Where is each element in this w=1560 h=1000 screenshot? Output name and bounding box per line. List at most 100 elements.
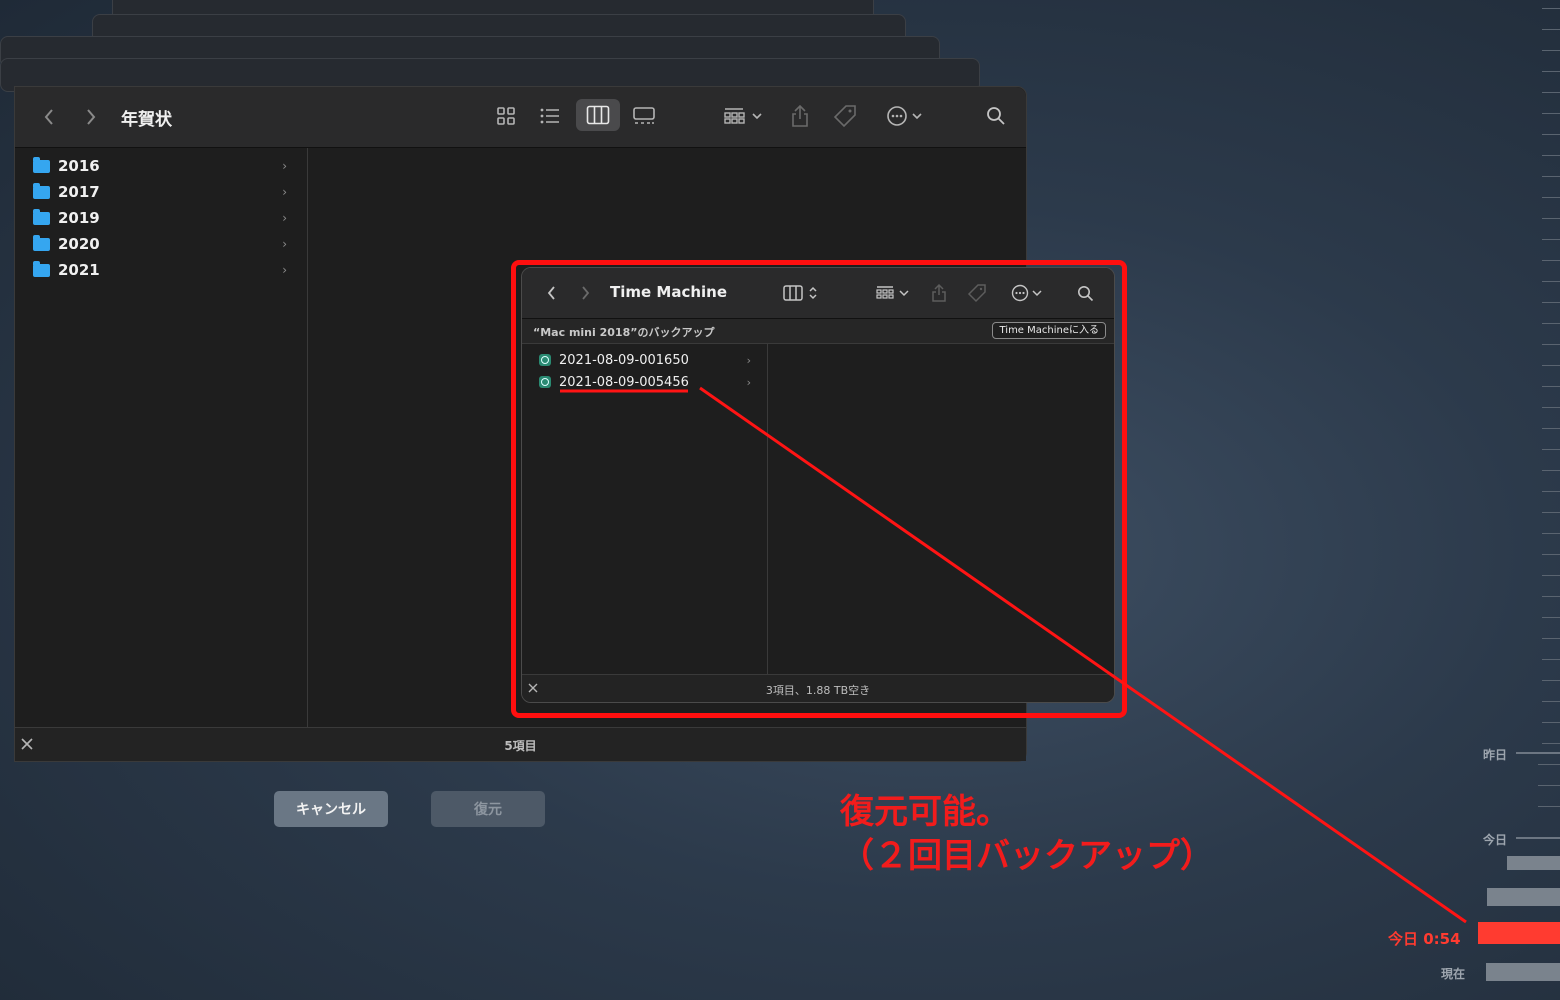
- timeline-snapshot-bar[interactable]: [1487, 888, 1560, 906]
- timeline-tick: [1542, 344, 1560, 345]
- timeline-tick: [1542, 428, 1560, 429]
- timeline-tick: [1542, 365, 1560, 366]
- timeline-tick: [1542, 29, 1560, 30]
- finder-status-bar: 5項目: [15, 727, 1026, 761]
- timeline-tick: [1542, 491, 1560, 492]
- timeline-tick: [1542, 533, 1560, 534]
- folder-row-2021[interactable]: 2021 ›: [33, 258, 297, 282]
- annotation-line-1: 復元可能。: [840, 792, 1010, 832]
- timeline-tick: [1542, 512, 1560, 513]
- cancel-button[interactable]: キャンセル: [274, 791, 388, 827]
- search-icon: [987, 107, 1005, 125]
- timeline-tick: [1542, 134, 1560, 135]
- timeline-tick: [1542, 701, 1560, 702]
- timeline-tick: [1542, 155, 1560, 156]
- highlight-frame: [511, 260, 1127, 718]
- action-menu-button[interactable]: [881, 103, 927, 129]
- timeline-tick: [1538, 764, 1560, 765]
- timeline-tick: [1542, 407, 1560, 408]
- grid-icon: [497, 107, 515, 125]
- timeline-active-label: 今日 0:54: [1388, 930, 1461, 948]
- annotation-line-2: （２回目バックアップ）: [840, 836, 1214, 876]
- annotation-text: 復元可能。 （２回目バックアップ）: [840, 790, 1214, 878]
- timeline-today-tick[interactable]: [1516, 837, 1560, 839]
- chevron-right-icon: ›: [282, 211, 287, 225]
- timeline-tick: [1538, 806, 1560, 807]
- timeline-tick: [1542, 323, 1560, 324]
- back-button[interactable]: [39, 105, 59, 129]
- timeline-tick: [1542, 638, 1560, 639]
- group-button[interactable]: [720, 103, 766, 129]
- restore-button[interactable]: 復元: [431, 791, 545, 827]
- finder-toolbar: 年賀状: [15, 87, 1026, 148]
- list-view-button[interactable]: [537, 103, 563, 129]
- timeline-tick: [1542, 659, 1560, 660]
- timeline-tick: [1542, 596, 1560, 597]
- column-view-button[interactable]: [576, 99, 620, 131]
- timeline-tick: [1542, 260, 1560, 261]
- timeline-tick: [1542, 197, 1560, 198]
- icon-view-button[interactable]: [493, 103, 519, 129]
- timeline-tick: [1542, 218, 1560, 219]
- timeline-tick: [1542, 680, 1560, 681]
- share-icon: [792, 104, 808, 127]
- group-icon: [724, 108, 745, 124]
- timeline-tick: [1542, 386, 1560, 387]
- timeline-tick: [1542, 554, 1560, 555]
- folder-icon: [33, 234, 50, 251]
- timeline-tick: [1542, 722, 1560, 723]
- search-button[interactable]: [983, 103, 1009, 129]
- timeline-tick: [1542, 92, 1560, 93]
- timeline-yesterday-tick[interactable]: [1516, 752, 1560, 754]
- gallery-icon: [633, 107, 655, 124]
- folder-row-2020[interactable]: 2020 ›: [33, 232, 297, 256]
- timeline-tick: [1542, 302, 1560, 303]
- window-title: 年賀状: [121, 110, 172, 130]
- chevron-right-icon: ›: [282, 263, 287, 277]
- timeline-tick: [1542, 449, 1560, 450]
- timeline-tick: [1542, 575, 1560, 576]
- timeline-tick: [1542, 470, 1560, 471]
- forward-button[interactable]: [81, 105, 101, 129]
- folder-column: 2016 › 2017 › 2019 › 2020 › 2021 ›: [15, 148, 308, 728]
- timeline-now-label: 現在: [1441, 967, 1466, 981]
- folder-icon: [33, 182, 50, 199]
- folder-icon: [33, 156, 50, 173]
- more-icon: [886, 106, 907, 126]
- timeline-now-bar[interactable]: [1486, 963, 1560, 981]
- timeline-tick: [1542, 743, 1560, 744]
- timeline-today-label: 今日: [1483, 833, 1508, 847]
- tag-icon: [833, 105, 856, 128]
- chevron-left-icon: [44, 109, 53, 125]
- timeline-tick: [1542, 617, 1560, 618]
- list-icon: [540, 108, 559, 124]
- timeline-tick: [1542, 239, 1560, 240]
- folder-icon: [33, 260, 50, 277]
- timeline-tick: [1542, 113, 1560, 114]
- share-button[interactable]: [787, 101, 813, 131]
- columns-icon: [586, 105, 610, 125]
- tag-button[interactable]: [831, 101, 859, 131]
- chevron-right-icon: ›: [282, 185, 287, 199]
- timeline-yesterday-label: 昨日: [1483, 748, 1508, 762]
- gallery-view-button[interactable]: [631, 103, 657, 129]
- folder-row-2016[interactable]: 2016 ›: [33, 154, 297, 178]
- timeline-tick: [1542, 8, 1560, 9]
- timeline-tick: [1542, 71, 1560, 72]
- folder-row-2019[interactable]: 2019 ›: [33, 206, 297, 230]
- chevron-right-icon: ›: [282, 159, 287, 173]
- folder-icon: [33, 208, 50, 225]
- timeline-snapshot-bar[interactable]: [1507, 856, 1560, 870]
- timeline-tick: [1542, 176, 1560, 177]
- chevron-down-icon: [911, 113, 922, 120]
- timeline: [1500, 0, 1560, 1000]
- timeline-tick: [1538, 785, 1560, 786]
- chevron-down-icon: [752, 113, 762, 120]
- folder-row-2017[interactable]: 2017 ›: [33, 180, 297, 204]
- chevron-right-icon: ›: [282, 237, 287, 251]
- timeline-tick: [1542, 281, 1560, 282]
- item-count: 5項目: [504, 739, 537, 753]
- timeline-active-snapshot[interactable]: [1478, 922, 1560, 944]
- chevron-right-icon: [87, 109, 96, 125]
- timeline-tick: [1542, 50, 1560, 51]
